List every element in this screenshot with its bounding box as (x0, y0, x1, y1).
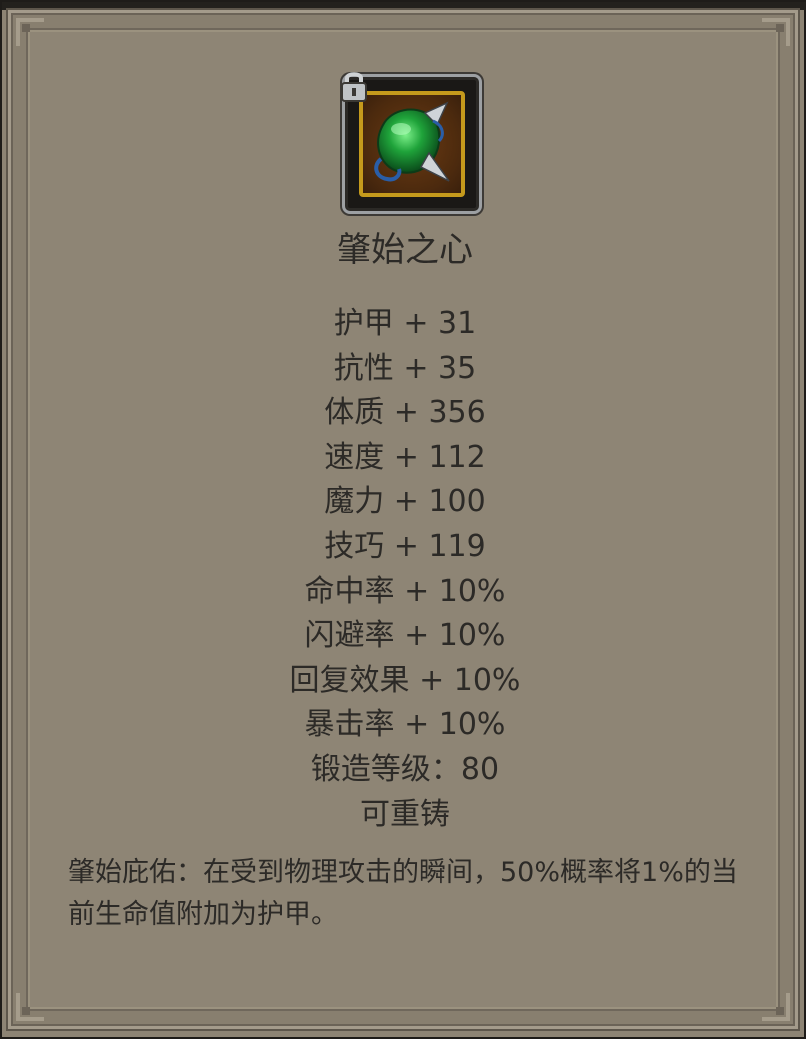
item-description: 肇始庇佑：在受到物理攻击的瞬间，50%概率将1%的当前生命值附加为护甲。 (68, 857, 738, 930)
stat-line: 护甲 + 31 (333, 306, 477, 341)
item-name: 肇始之心 (337, 230, 473, 270)
stat-line: 速度 + 112 (324, 439, 486, 475)
item-icon-frame (359, 91, 465, 197)
stat-line: 技巧 + 119 (324, 528, 486, 564)
stat-line: 回复效果 + 10% (289, 662, 521, 698)
stat-line: 锻造等级：80 (310, 751, 500, 787)
top-tab-strip (2, 2, 806, 10)
stat-line: 暴击率 + 10% (304, 707, 506, 743)
item-tooltip-panel: 肇始之心 护甲 + 31 抗性 + 35 体质 + 356 速度 + 112 魔… (0, 0, 806, 1039)
reforge-line: 可重铸 (360, 796, 450, 832)
item-icon-slot[interactable] (341, 72, 482, 214)
stat-line: 魔力 + 100 (324, 484, 486, 520)
corner-ornament-icon (14, 989, 48, 1023)
stat-line: 命中率 + 10% (304, 573, 506, 609)
green-crystal-gem-icon (374, 101, 450, 182)
corner-ornament-icon (14, 16, 48, 50)
stat-list: 护甲 + 31 抗性 + 35 体质 + 356 速度 + 112 魔力 + 1… (2, 302, 806, 837)
corner-ornament-icon (758, 989, 792, 1023)
corner-ornament-icon (758, 16, 792, 50)
lock-icon (341, 72, 367, 102)
stat-line: 体质 + 356 (324, 395, 486, 431)
stat-line: 闪避率 + 10% (304, 618, 506, 654)
stat-line: 抗性 + 35 (333, 350, 477, 386)
